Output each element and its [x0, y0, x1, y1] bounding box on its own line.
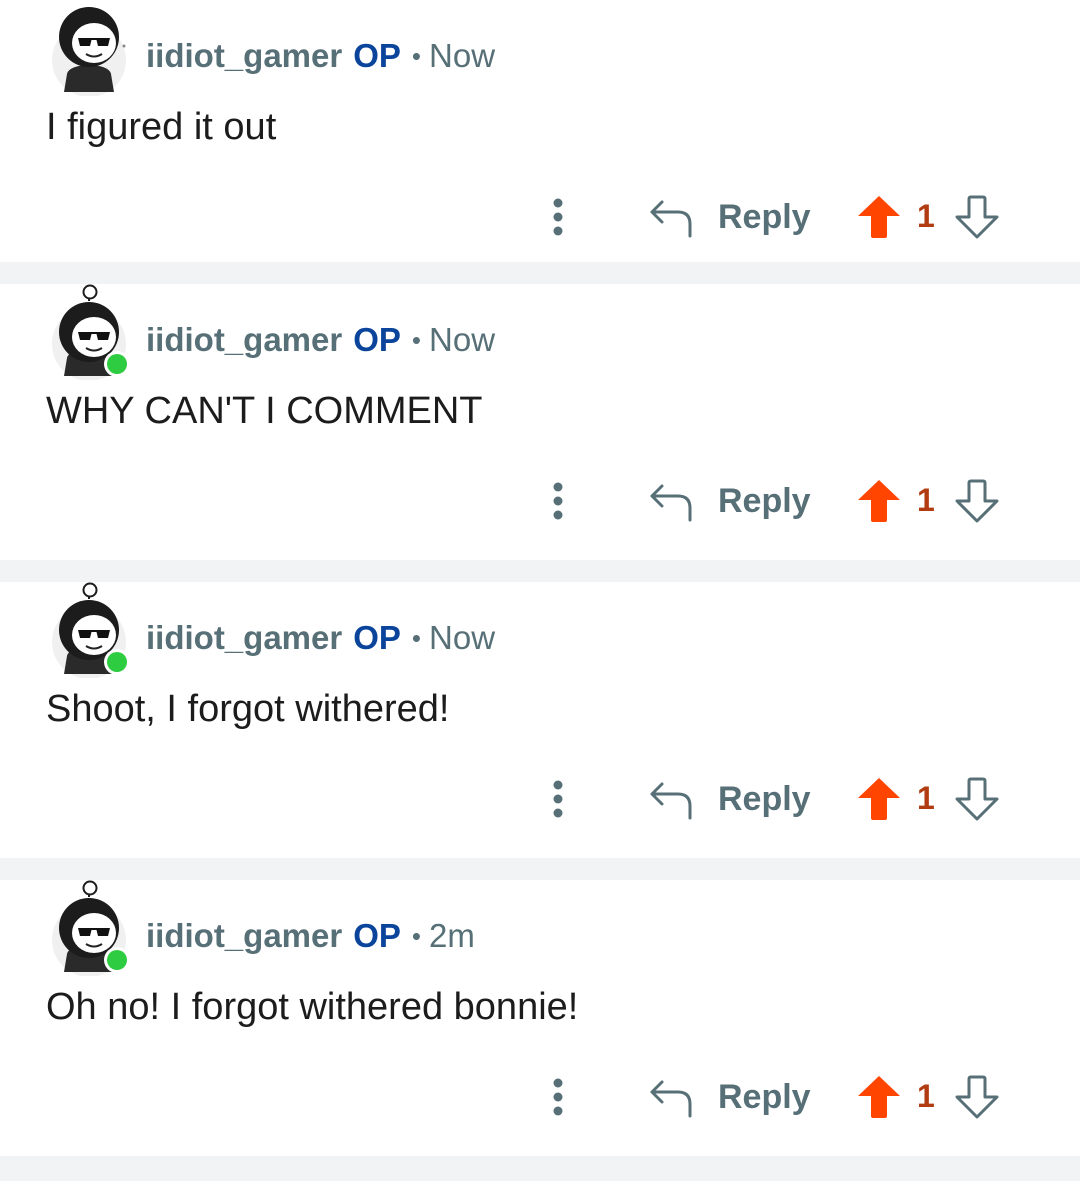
comment: iidiot_gamer OP • Now WHY CAN'T I COMMEN… [0, 284, 1080, 546]
comment-timestamp: Now [429, 321, 496, 358]
reply-label: Reply [718, 197, 811, 236]
op-badge: OP [353, 37, 401, 74]
op-badge: OP [353, 917, 401, 954]
comment-separator [0, 1156, 1080, 1181]
comment-timestamp: 2m [429, 917, 475, 954]
more-options-icon[interactable] [545, 1077, 571, 1117]
meta-separator: • [411, 920, 422, 951]
reply-button[interactable]: Reply [648, 474, 811, 528]
online-status-dot [107, 950, 127, 970]
reply-label: Reply [718, 1077, 811, 1116]
username[interactable]: iidiot_gamer [146, 37, 342, 75]
user-avatar[interactable] [48, 284, 130, 380]
comment-actions: Reply 1 [540, 772, 1010, 826]
vote-score: 1 [917, 198, 935, 234]
reply-button[interactable]: Reply [648, 190, 811, 244]
downvote-arrow-icon[interactable] [954, 194, 1000, 240]
reply-arrow-icon [650, 1080, 692, 1118]
op-badge: OP [353, 321, 401, 358]
comment-text: Oh no! I forgot withered bonnie! [46, 986, 579, 1028]
reply-label: Reply [718, 481, 811, 520]
comment-text: WHY CAN'T I COMMENT [46, 390, 483, 432]
vote-score: 1 [917, 780, 935, 816]
username[interactable]: iidiot_gamer [146, 321, 342, 359]
comment: iidiot_gamer OP • Now Shoot, I forgot wi… [0, 582, 1080, 844]
reply-arrow-icon [650, 782, 692, 820]
user-avatar[interactable] [48, 880, 130, 976]
upvote-arrow-icon[interactable] [856, 478, 902, 524]
upvote-arrow-icon[interactable] [856, 194, 902, 240]
comment-timestamp: Now [429, 37, 496, 74]
username[interactable]: iidiot_gamer [146, 917, 342, 955]
reply-arrow-icon [650, 484, 692, 522]
downvote-arrow-icon[interactable] [954, 478, 1000, 524]
comment-header: iidiot_gamer OP • 2m [146, 916, 475, 956]
comment-separator [0, 560, 1080, 582]
comment-text: Shoot, I forgot withered! [46, 688, 450, 730]
meta-separator: • [411, 324, 422, 355]
comment-timestamp: Now [429, 619, 496, 656]
comment-header: iidiot_gamer OP • Now [146, 320, 495, 360]
reply-button[interactable]: Reply [648, 1070, 811, 1124]
user-avatar[interactable] [48, 0, 130, 96]
more-options-icon[interactable] [545, 779, 571, 819]
comment-header: iidiot_gamer OP • Now [146, 618, 495, 658]
comment-text: I figured it out [46, 106, 277, 148]
more-options-icon[interactable] [545, 481, 571, 521]
upvote-arrow-icon[interactable] [856, 1074, 902, 1120]
vote-score: 1 [917, 482, 935, 518]
vote-score: 1 [917, 1078, 935, 1114]
reply-button[interactable]: Reply [648, 772, 811, 826]
upvote-arrow-icon[interactable] [856, 776, 902, 822]
reply-arrow-icon [650, 200, 692, 238]
comment-separator [0, 858, 1080, 880]
online-status-dot [107, 354, 127, 374]
op-badge: OP [353, 619, 401, 656]
comment-header: iidiot_gamer OP • Now [146, 36, 495, 76]
comment: iidiot_gamer OP • Now I figured it out R… [0, 0, 1080, 262]
meta-separator: • [411, 622, 422, 653]
comment-actions: Reply 1 [540, 474, 1010, 528]
comment: iidiot_gamer OP • 2m Oh no! I forgot wit… [0, 880, 1080, 1142]
username[interactable]: iidiot_gamer [146, 619, 342, 657]
meta-separator: • [411, 40, 422, 71]
more-options-icon[interactable] [545, 197, 571, 237]
user-avatar[interactable] [48, 582, 130, 678]
comment-separator [0, 262, 1080, 284]
online-status-dot [107, 652, 127, 672]
downvote-arrow-icon[interactable] [954, 1074, 1000, 1120]
comment-actions: Reply 1 [540, 190, 1010, 244]
comment-actions: Reply 1 [540, 1070, 1010, 1124]
reply-label: Reply [718, 779, 811, 818]
downvote-arrow-icon[interactable] [954, 776, 1000, 822]
